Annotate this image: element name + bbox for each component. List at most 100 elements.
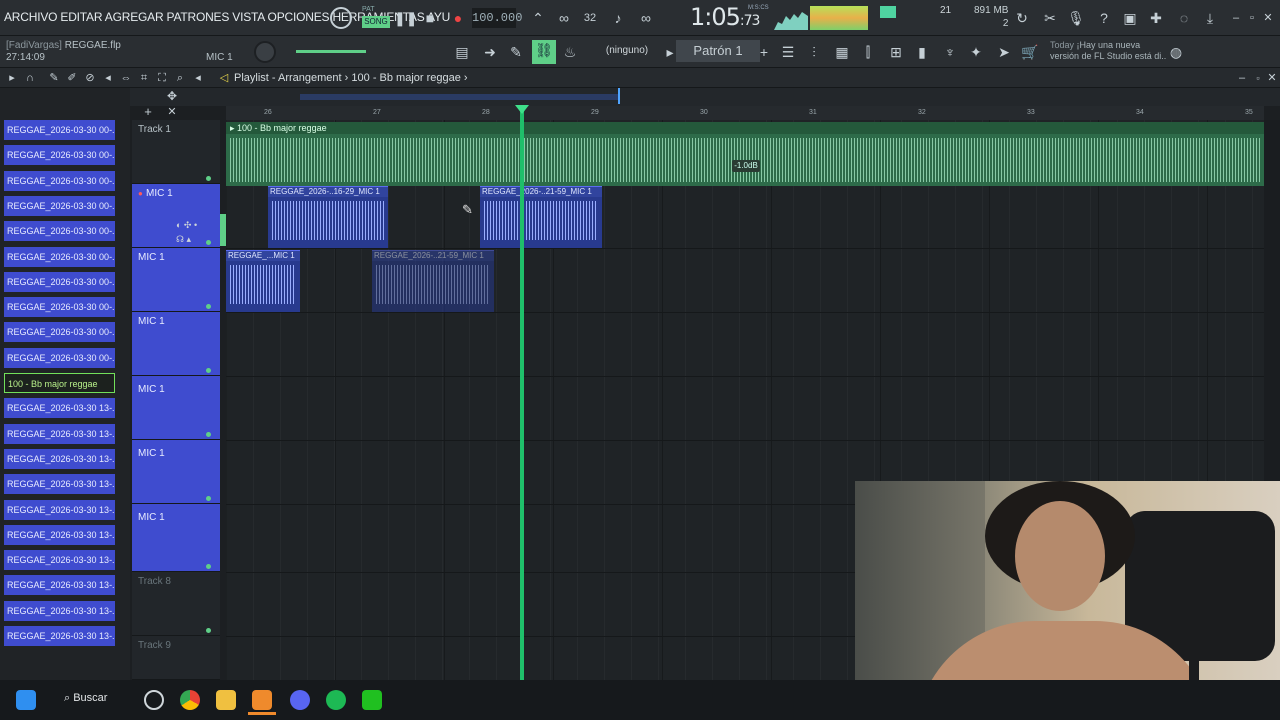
browser-item[interactable]: REGGAE_2026-03-30 00-... xyxy=(4,246,115,267)
track-header[interactable]: Track 9 xyxy=(132,636,220,680)
snap-selector[interactable]: (ninguno) xyxy=(600,43,654,59)
slip-tool-icon[interactable]: ⇔ xyxy=(116,68,136,88)
browser-item[interactable]: REGGAE_2026-03-30 13-... xyxy=(4,600,115,621)
metronome-knob-icon[interactable] xyxy=(330,7,352,29)
playlist-close-icon[interactable]: ✕ xyxy=(1262,68,1280,88)
typing-keyboard-icon[interactable]: ⌃ xyxy=(528,8,548,28)
track-enable-led[interactable] xyxy=(206,176,211,181)
play-arrow-icon[interactable]: ▸ xyxy=(2,68,22,88)
track-header[interactable]: Track 1 xyxy=(132,120,220,184)
browser-item[interactable]: REGGAE_2026-03-30 13-... xyxy=(4,499,115,520)
track-enable-led[interactable] xyxy=(206,564,211,569)
track-header[interactable]: Track 8 xyxy=(132,572,220,636)
track-header[interactable]: MIC 1 xyxy=(132,312,220,376)
move-icon[interactable]: ✥ xyxy=(162,86,182,106)
audio-clip-muted[interactable]: REGGAE_2026-..21-59_MIC 1 xyxy=(372,250,494,312)
add-pattern-icon[interactable]: + xyxy=(754,42,774,62)
browser-item[interactable]: REGGAE_2026-03-30 00-... xyxy=(4,120,115,140)
stop-icon[interactable]: ■ xyxy=(420,8,440,28)
track-enable-led[interactable] xyxy=(206,304,211,309)
track-header[interactable]: MIC 1 xyxy=(132,504,220,572)
browser-item[interactable]: REGGAE_2026-03-30 13-... xyxy=(4,474,115,495)
track-header[interactable]: MIC 1 xyxy=(132,376,220,440)
blend-notes-icon[interactable]: ♪ xyxy=(608,8,628,28)
fl-studio-icon[interactable] xyxy=(252,690,272,710)
spotify-icon[interactable] xyxy=(326,690,346,710)
add-track-icon[interactable]: + xyxy=(138,102,158,122)
track-header[interactable]: MIC 1 xyxy=(132,440,220,504)
track-tools-icon[interactable]: ◐ ✣ • xyxy=(176,220,197,231)
help-icon[interactable]: ? xyxy=(1094,8,1114,28)
pause-icon[interactable]: ❚❚ xyxy=(394,8,417,28)
browser-item[interactable]: REGGAE_2026-03-30 13-... xyxy=(4,524,115,545)
browser-item[interactable]: REGGAE_2026-03-30 00-... xyxy=(4,221,115,242)
piano-icon[interactable]: ▤ xyxy=(452,42,472,62)
headphones-icon[interactable]: ☊ ▴ xyxy=(176,234,191,245)
magnet-snap-icon[interactable]: ⛓ xyxy=(532,40,556,64)
track-enable-led[interactable] xyxy=(206,496,211,501)
delete-tool-icon[interactable]: ⊘ xyxy=(80,68,100,88)
record-icon[interactable]: ● xyxy=(448,8,468,28)
browser-item[interactable]: REGGAE_2026-03-30 00-... xyxy=(4,322,115,343)
arrow-icon[interactable]: ➜ xyxy=(480,42,500,62)
playhead-marker-icon[interactable] xyxy=(515,105,529,114)
obs-icon[interactable] xyxy=(144,690,164,710)
channel-rack-icon[interactable]: ⫶ xyxy=(804,42,824,62)
cut-tools-icon[interactable]: ✂ xyxy=(1040,8,1060,28)
browser-item[interactable]: REGGAE_2026-03-30 13-... xyxy=(4,550,115,571)
save-icon[interactable]: ▣ xyxy=(1120,8,1140,28)
browser-item[interactable]: REGGAE_2026-03-30 00-... xyxy=(4,297,115,318)
mic-icon[interactable]: 🎙 xyxy=(1066,8,1086,28)
record-arm-icon[interactable]: ● xyxy=(138,189,143,198)
zoom-tool-icon[interactable]: ⌕ xyxy=(170,68,190,88)
discord-icon[interactable] xyxy=(290,690,310,710)
audio-clip[interactable]: REGGAE_2026-..21-59_MIC 1 xyxy=(480,186,602,248)
browser-item[interactable]: REGGAE_2026-03-30 13-... xyxy=(4,448,115,469)
globe-icon[interactable]: ◍ xyxy=(1166,42,1186,62)
track-enable-led[interactable] xyxy=(206,368,211,373)
slice-tool-icon[interactable]: ⌗ xyxy=(134,68,154,88)
master-volume-knob[interactable] xyxy=(254,41,276,63)
playlist-options-icon[interactable]: ◁ xyxy=(214,68,234,88)
wait-input-icon[interactable]: ∞ xyxy=(636,8,656,28)
plugin-picker-icon[interactable]: ✚ xyxy=(1146,8,1166,28)
paint-tool-icon[interactable]: ✐ xyxy=(62,68,82,88)
browser-item[interactable]: REGGAE_2026-03-30 00-... xyxy=(4,271,115,292)
browser-item-selected[interactable]: 100 - Bb major reggae xyxy=(4,373,115,393)
stamp-icon[interactable]: ♨ xyxy=(560,42,580,62)
pencil-icon[interactable]: ✎ xyxy=(506,42,526,62)
chat-icon[interactable]: ◌ xyxy=(1174,8,1194,28)
playhead[interactable] xyxy=(520,106,524,680)
master-pitch-slider[interactable] xyxy=(296,50,366,53)
select-tool-icon[interactable]: ⛶ xyxy=(152,68,172,88)
browser-item[interactable]: REGGAE_2026-03-30 13-... xyxy=(4,575,115,596)
track-enable-led[interactable] xyxy=(206,240,211,245)
audio-clip[interactable]: REGGAE_2026-..16-29_MIC 1 xyxy=(268,186,388,248)
song-mode-button[interactable]: SONG xyxy=(362,16,390,28)
browser-item[interactable]: REGGAE_2026-03-30 00-... xyxy=(4,195,115,216)
loop-record-icon[interactable]: ∞ xyxy=(554,8,574,28)
audio-clip[interactable]: REGGAE_...MIC 1 xyxy=(226,250,300,312)
file-explorer-icon[interactable] xyxy=(216,690,236,710)
track-header[interactable]: MIC 1 ● ◐ ✣ • ☊ ▴ xyxy=(132,184,220,248)
time-format-label[interactable]: M:S:CS xyxy=(748,5,769,11)
pattern-selector[interactable]: Patrón 1 xyxy=(676,40,760,62)
export-icon[interactable]: ➤ xyxy=(994,42,1014,62)
taskbar-search[interactable]: ⌕ Buscar xyxy=(64,692,107,705)
undo-icon[interactable]: ↻ xyxy=(1012,8,1032,28)
browser-item[interactable]: REGGAE_2026-03-30 00-... xyxy=(4,347,115,368)
browser-item[interactable]: REGGAE_2026-03-30 13-... xyxy=(4,626,115,646)
piano-roll-icon[interactable]: ▦ xyxy=(832,42,852,62)
news-panel[interactable]: Today ¡Hay una nueva versión de FL Studio… xyxy=(1050,40,1166,62)
draw-tool-icon[interactable]: ✎ xyxy=(44,68,64,88)
mute-tool-icon[interactable]: ◂ xyxy=(98,68,118,88)
close-icon[interactable]: ✕ xyxy=(1258,8,1278,28)
browser-icon[interactable]: ⊞ xyxy=(886,42,906,62)
step-edit-icon[interactable]: 32 xyxy=(580,8,600,28)
windows-start-icon[interactable] xyxy=(16,690,36,710)
playback-tool-icon[interactable]: ◂ xyxy=(188,68,208,88)
playlist-view-icon[interactable]: ☰ xyxy=(778,42,798,62)
plugin-icon[interactable]: ▮ xyxy=(912,42,932,62)
track-enable-led[interactable] xyxy=(206,628,211,633)
timeline-ruler[interactable]: 26 27 28 29 30 31 32 33 34 35 xyxy=(226,106,1264,120)
